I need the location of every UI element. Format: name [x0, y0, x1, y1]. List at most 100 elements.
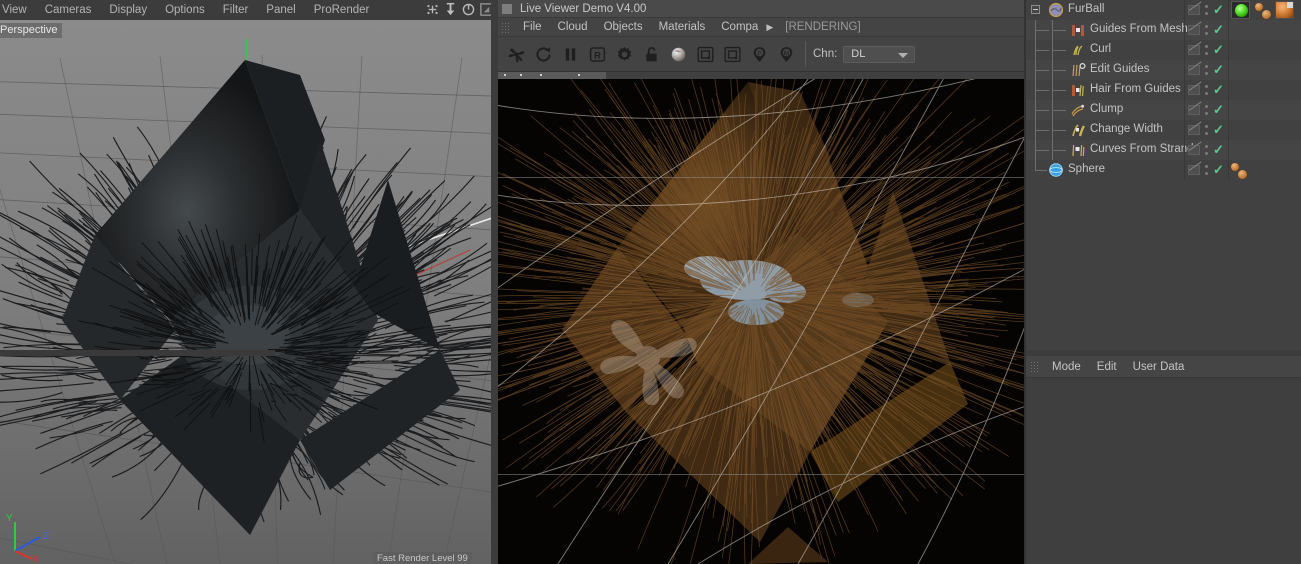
visibility-dot-editor[interactable]	[1205, 165, 1208, 168]
material-sphere-icon[interactable]	[665, 41, 692, 68]
region-r-icon[interactable]: R	[584, 41, 611, 68]
lv-menu-file[interactable]: File	[515, 18, 550, 37]
material-tag-icon[interactable]	[1231, 163, 1239, 171]
visibility-toggle[interactable]	[1188, 145, 1200, 155]
visibility-dot-editor[interactable]	[1205, 5, 1208, 8]
render-output-area[interactable]	[498, 72, 1026, 564]
visibility-dot-render[interactable]	[1205, 72, 1208, 75]
visibility-dot-render[interactable]	[1205, 112, 1208, 115]
object-row[interactable]: Edit Guides ✓	[1026, 60, 1301, 80]
viewport-status-text: Fast Render Level 99	[373, 552, 472, 564]
enabled-check-icon[interactable]: ✓	[1213, 63, 1224, 77]
expand-toggle-furball[interactable]	[1031, 5, 1040, 14]
visibility-toggle[interactable]	[1188, 105, 1200, 115]
visibility-toggle[interactable]	[1188, 5, 1200, 15]
viewport-menu-prorender[interactable]: ProRender	[305, 0, 379, 20]
live-viewer-panel: Live Viewer Demo V4.00 File Cloud Object…	[498, 0, 1026, 564]
viewport-canvas[interactable]: Perspective	[0, 20, 498, 564]
refresh-icon[interactable]	[530, 41, 557, 68]
attribute-manager-body[interactable]	[1026, 378, 1301, 564]
window-menu-icon[interactable]	[502, 4, 512, 14]
object-row[interactable]: Hair From Guides ✓	[1026, 80, 1301, 100]
lock-icon[interactable]	[638, 41, 665, 68]
panel-grip-icon[interactable]	[501, 22, 510, 33]
visibility-dot-editor[interactable]	[1205, 125, 1208, 128]
attr-menu-mode[interactable]: Mode	[1044, 356, 1089, 378]
enabled-check-icon[interactable]: ✓	[1213, 23, 1224, 37]
tree-line	[1035, 130, 1049, 131]
viewport-menu-panel[interactable]: Panel	[257, 0, 304, 20]
object-row[interactable]: Clump ✓	[1026, 100, 1301, 120]
visibility-dot-render[interactable]	[1205, 52, 1208, 55]
measure-pin-icon[interactable]: M	[773, 41, 800, 68]
enabled-check-icon[interactable]: ✓	[1213, 143, 1224, 157]
move-axis-icon[interactable]	[425, 2, 440, 17]
visibility-dot-editor[interactable]	[1205, 105, 1208, 108]
object-row[interactable]: FurBall ✓	[1026, 0, 1301, 20]
object-manager-panel[interactable]: FurBall ✓ Guides From Mesh	[1026, 0, 1301, 350]
region-box-icon[interactable]	[692, 41, 719, 68]
tree-line	[1052, 150, 1066, 151]
visibility-toggle[interactable]	[1188, 125, 1200, 135]
material-tag-icon[interactable]	[1238, 170, 1247, 179]
enabled-check-icon[interactable]: ✓	[1213, 163, 1224, 177]
settings-gear-icon[interactable]	[611, 41, 638, 68]
visibility-toggle[interactable]	[1188, 65, 1200, 75]
lv-menu-objects[interactable]: Objects	[596, 18, 651, 37]
visibility-dot-render[interactable]	[1205, 92, 1208, 95]
object-label: Curl	[1090, 43, 1111, 55]
visibility-dot-render[interactable]	[1205, 132, 1208, 135]
scale-axis-icon[interactable]	[443, 2, 458, 17]
visibility-dot-render[interactable]	[1205, 172, 1208, 175]
column-separator	[1184, 160, 1185, 180]
visibility-dot-render[interactable]	[1205, 32, 1208, 35]
channel-select[interactable]: DL	[843, 46, 915, 63]
enabled-check-icon[interactable]: ✓	[1213, 123, 1224, 137]
object-row[interactable]: Change Width ✓	[1026, 120, 1301, 140]
region-box-alt-icon[interactable]	[719, 41, 746, 68]
rotate-axis-icon[interactable]	[461, 2, 476, 17]
tree-line	[1035, 70, 1049, 71]
attr-menu-user-data[interactable]: User Data	[1125, 356, 1193, 378]
pause-icon[interactable]	[557, 41, 584, 68]
visibility-dot-editor[interactable]	[1205, 45, 1208, 48]
live-viewer-toolbar: R	[498, 37, 1026, 72]
texture-tag-icon[interactable]	[1275, 1, 1294, 19]
visibility-toggle[interactable]	[1188, 25, 1200, 35]
visibility-dot-editor[interactable]	[1205, 85, 1208, 88]
lv-menu-cloud[interactable]: Cloud	[550, 18, 596, 37]
visibility-dot-editor[interactable]	[1205, 145, 1208, 148]
visibility-dot-render[interactable]	[1205, 152, 1208, 155]
channel-value: DL	[851, 48, 865, 60]
material-tag-icon[interactable]	[1262, 10, 1271, 19]
visibility-dot-render[interactable]	[1205, 12, 1208, 15]
panel-divider[interactable]	[0, 350, 275, 356]
panel-grip-icon[interactable]	[1030, 361, 1039, 372]
viewport-menu-display[interactable]: Display	[100, 0, 156, 20]
visibility-toggle[interactable]	[1188, 45, 1200, 55]
focus-pin-icon[interactable]: F	[746, 41, 773, 68]
viewport-menu-filter[interactable]: Filter	[214, 0, 258, 20]
lv-menu-materials[interactable]: Materials	[651, 18, 714, 37]
object-row[interactable]: Curl ✓	[1026, 40, 1301, 60]
visibility-dot-editor[interactable]	[1205, 25, 1208, 28]
visibility-toggle[interactable]	[1188, 85, 1200, 95]
lv-menu-compa[interactable]: Compa	[713, 18, 766, 37]
enabled-check-icon[interactable]: ✓	[1213, 43, 1224, 57]
object-row[interactable]: Guides From Mesh ✓	[1026, 20, 1301, 40]
material-tag-icon[interactable]	[1255, 3, 1263, 11]
light-tag-icon[interactable]	[1231, 1, 1250, 19]
enabled-check-icon[interactable]: ✓	[1213, 83, 1224, 97]
enabled-check-icon[interactable]: ✓	[1213, 103, 1224, 117]
render-start-icon[interactable]	[503, 41, 530, 68]
object-row[interactable]: Sphere ✓	[1026, 160, 1301, 180]
object-row[interactable]: Curves From Strands ✓	[1026, 140, 1301, 160]
viewport-menu-cameras[interactable]: Cameras	[36, 0, 101, 20]
viewport-menu-options[interactable]: Options	[156, 0, 214, 20]
menu-overflow-arrow-icon[interactable]: ▶	[766, 22, 777, 33]
enabled-check-icon[interactable]: ✓	[1213, 3, 1224, 17]
visibility-dot-editor[interactable]	[1205, 65, 1208, 68]
visibility-toggle[interactable]	[1188, 165, 1200, 175]
attr-menu-edit[interactable]: Edit	[1089, 356, 1125, 378]
viewport-menu-view[interactable]: View	[0, 0, 36, 20]
